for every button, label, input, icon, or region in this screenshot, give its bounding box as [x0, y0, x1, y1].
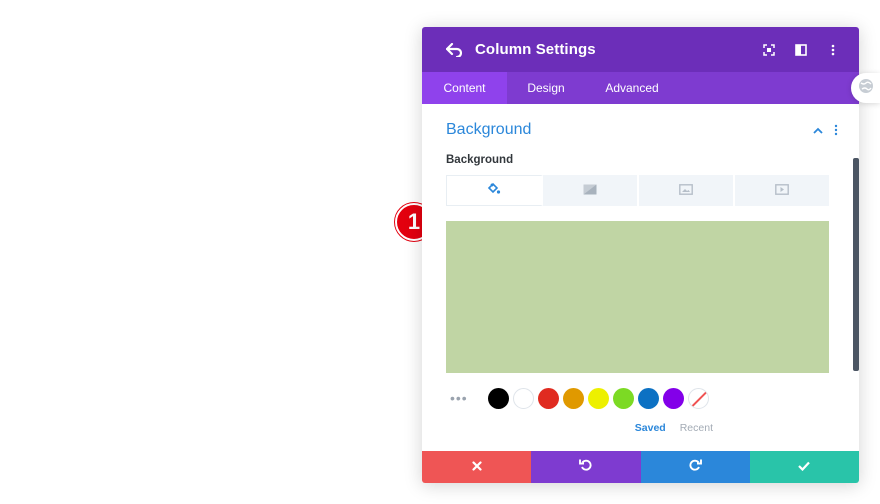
chevron-up-icon[interactable]: [809, 121, 827, 139]
split-view-icon[interactable]: [789, 38, 813, 62]
redo-icon: [689, 458, 702, 476]
swatch-blue[interactable]: [638, 387, 659, 409]
gradient-icon: [583, 182, 597, 200]
fullscreen-icon[interactable]: [757, 38, 781, 62]
saved-colors-tab[interactable]: Saved: [635, 422, 666, 434]
back-icon[interactable]: [442, 38, 466, 62]
undo-button[interactable]: [531, 451, 641, 483]
background-color-tab[interactable]: [446, 175, 543, 206]
save-button[interactable]: [749, 451, 859, 483]
tab-advanced[interactable]: Advanced: [585, 72, 679, 104]
swatch-red[interactable]: [538, 387, 559, 409]
redo-button[interactable]: [640, 451, 750, 483]
swatch-yellow[interactable]: [588, 387, 609, 409]
tab-design[interactable]: Design: [507, 72, 585, 104]
column-settings-modal: Column Settings Content Design Advanced …: [422, 27, 859, 483]
background-field-label: Background: [446, 154, 514, 166]
palette-tabs: Saved Recent: [621, 422, 713, 434]
section-options-icon[interactable]: [827, 121, 845, 139]
clear-color-icon[interactable]: [688, 387, 709, 409]
swatch-orange[interactable]: [563, 387, 584, 409]
more-colors-icon[interactable]: •••: [450, 390, 472, 406]
settings-tabs: Content Design Advanced: [422, 72, 859, 104]
swatch-black[interactable]: [488, 387, 509, 409]
swatch-white[interactable]: [513, 387, 534, 409]
side-toggle-handle[interactable]: [851, 73, 880, 103]
image-icon: [679, 182, 693, 200]
check-icon: [798, 458, 811, 476]
cancel-button[interactable]: [422, 451, 532, 483]
modal-footer: [422, 451, 859, 483]
background-video-tab[interactable]: [735, 175, 829, 206]
swatch-green[interactable]: [613, 387, 634, 409]
color-palette: •••: [446, 386, 829, 410]
undo-icon: [579, 458, 592, 476]
paint-bucket-icon: [487, 182, 501, 200]
settings-body: Background Background ••• Saved Recent: [422, 104, 859, 451]
scrollbar[interactable]: [853, 158, 859, 371]
background-image-tab[interactable]: [639, 175, 735, 206]
color-preview[interactable]: [446, 221, 829, 373]
background-type-tabs: [446, 175, 829, 206]
tab-content[interactable]: Content: [422, 72, 507, 104]
background-gradient-tab[interactable]: [543, 175, 639, 206]
globe-icon: [858, 78, 874, 99]
close-icon: [472, 458, 482, 476]
swatch-purple[interactable]: [663, 387, 684, 409]
video-icon: [775, 182, 789, 200]
section-title: Background: [446, 121, 532, 138]
recent-colors-tab[interactable]: Recent: [680, 422, 713, 434]
screen: 1 Column Settings Content Design Advance…: [0, 0, 880, 504]
background-section-header[interactable]: Background: [446, 119, 845, 141]
modal-header: Column Settings: [422, 27, 859, 72]
modal-title: Column Settings: [475, 41, 596, 58]
more-options-icon[interactable]: [821, 38, 845, 62]
